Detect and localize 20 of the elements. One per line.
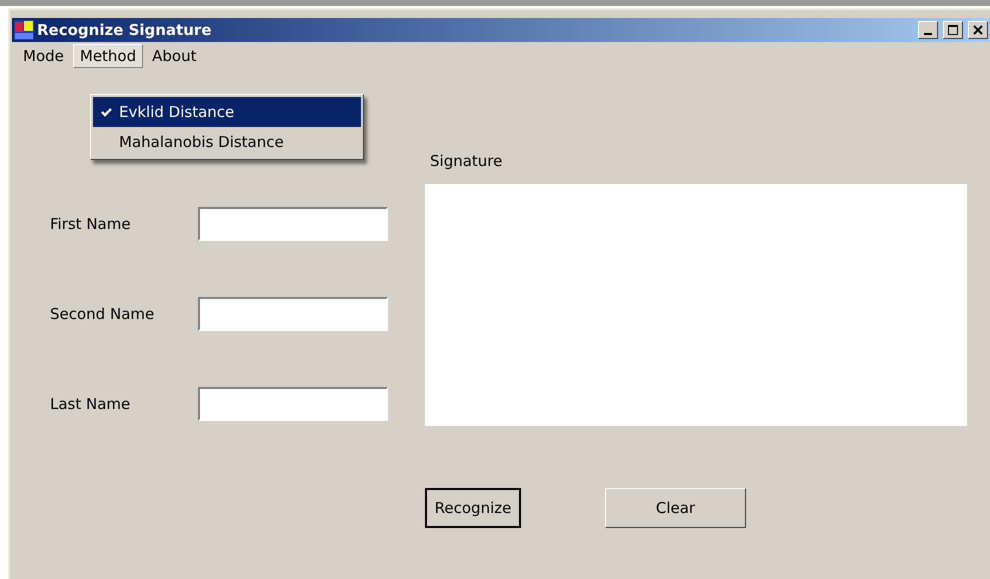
- field-label: Last Name: [50, 395, 132, 413]
- field-label: First Name: [50, 215, 132, 233]
- maximize-button[interactable]: [943, 21, 963, 39]
- minimize-icon: [924, 33, 932, 35]
- close-button[interactable]: [968, 21, 988, 39]
- close-icon: [973, 25, 983, 35]
- field-label: Second Name: [50, 305, 156, 323]
- app-icon: [14, 20, 34, 40]
- menu-option[interactable]: Evklid Distance: [93, 97, 361, 127]
- maximize-icon: [948, 25, 958, 35]
- menu-option[interactable]: Mahalanobis Distance: [93, 127, 361, 157]
- minimize-button[interactable]: [918, 21, 938, 39]
- clear-button[interactable]: Clear: [605, 488, 746, 528]
- menu-item[interactable]: Method: [72, 44, 144, 68]
- input-field[interactable]: [198, 387, 388, 421]
- input-field[interactable]: [198, 207, 388, 241]
- recognize-button[interactable]: Recognize: [425, 488, 521, 528]
- signature-label: Signature: [430, 152, 504, 170]
- window-title: Recognize Signature: [37, 21, 213, 39]
- input-field[interactable]: [198, 297, 388, 331]
